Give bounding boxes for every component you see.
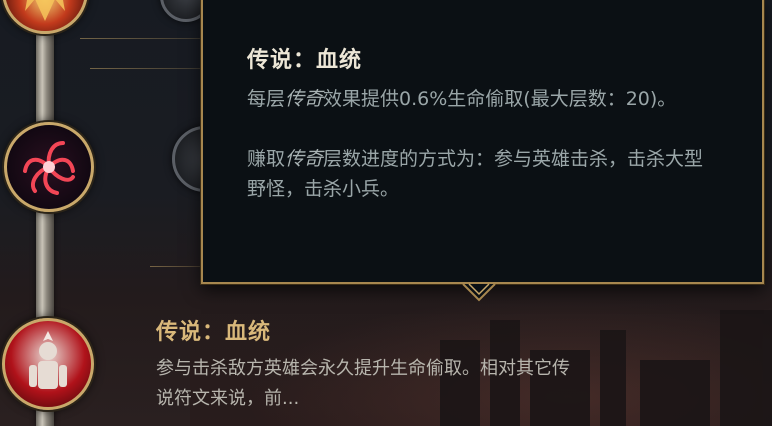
legend-bloodline-rune-node[interactable]: [2, 318, 94, 410]
rune-tooltip: 传说：血统 每层传奇效果提供0.6%生命偷取(最大层数：20)。 赚取传奇层数进…: [201, 0, 764, 284]
tooltip-effect-line: 每层传奇效果提供0.6%生命偷取(最大层数：20)。: [247, 88, 677, 110]
legend-keyword: 传奇: [285, 88, 324, 110]
selected-rune-node[interactable]: [4, 122, 94, 212]
legend-keyword: 传奇: [285, 148, 324, 170]
armored-knight-icon: [29, 331, 67, 389]
tooltip-progress-line: 赚取传奇层数进度的方式为：参与英雄击杀，击杀大型野怪，击杀小兵。: [247, 148, 704, 200]
bloodline-swirl-icon: [23, 141, 75, 195]
tooltip-pointer-icon: [462, 283, 496, 302]
flame-rune-icon: [25, 0, 65, 21]
tooltip-description: 每层传奇效果提供0.6%生命偷取(最大层数：20)。 赚取传奇层数进度的方式为：…: [247, 84, 717, 204]
connector-line-top: [80, 38, 205, 39]
connector-line-upper: [90, 68, 205, 69]
connector-line-lower: [150, 266, 205, 267]
rune-name: 传说：血统: [156, 320, 272, 345]
tooltip-title: 传说：血统: [247, 48, 363, 73]
keystone-rune-node[interactable]: [2, 0, 88, 34]
rune-short-description: 参与击杀敌方英雄会永久提升生命偷取。相对其它传说符文来说，前...: [156, 358, 570, 409]
